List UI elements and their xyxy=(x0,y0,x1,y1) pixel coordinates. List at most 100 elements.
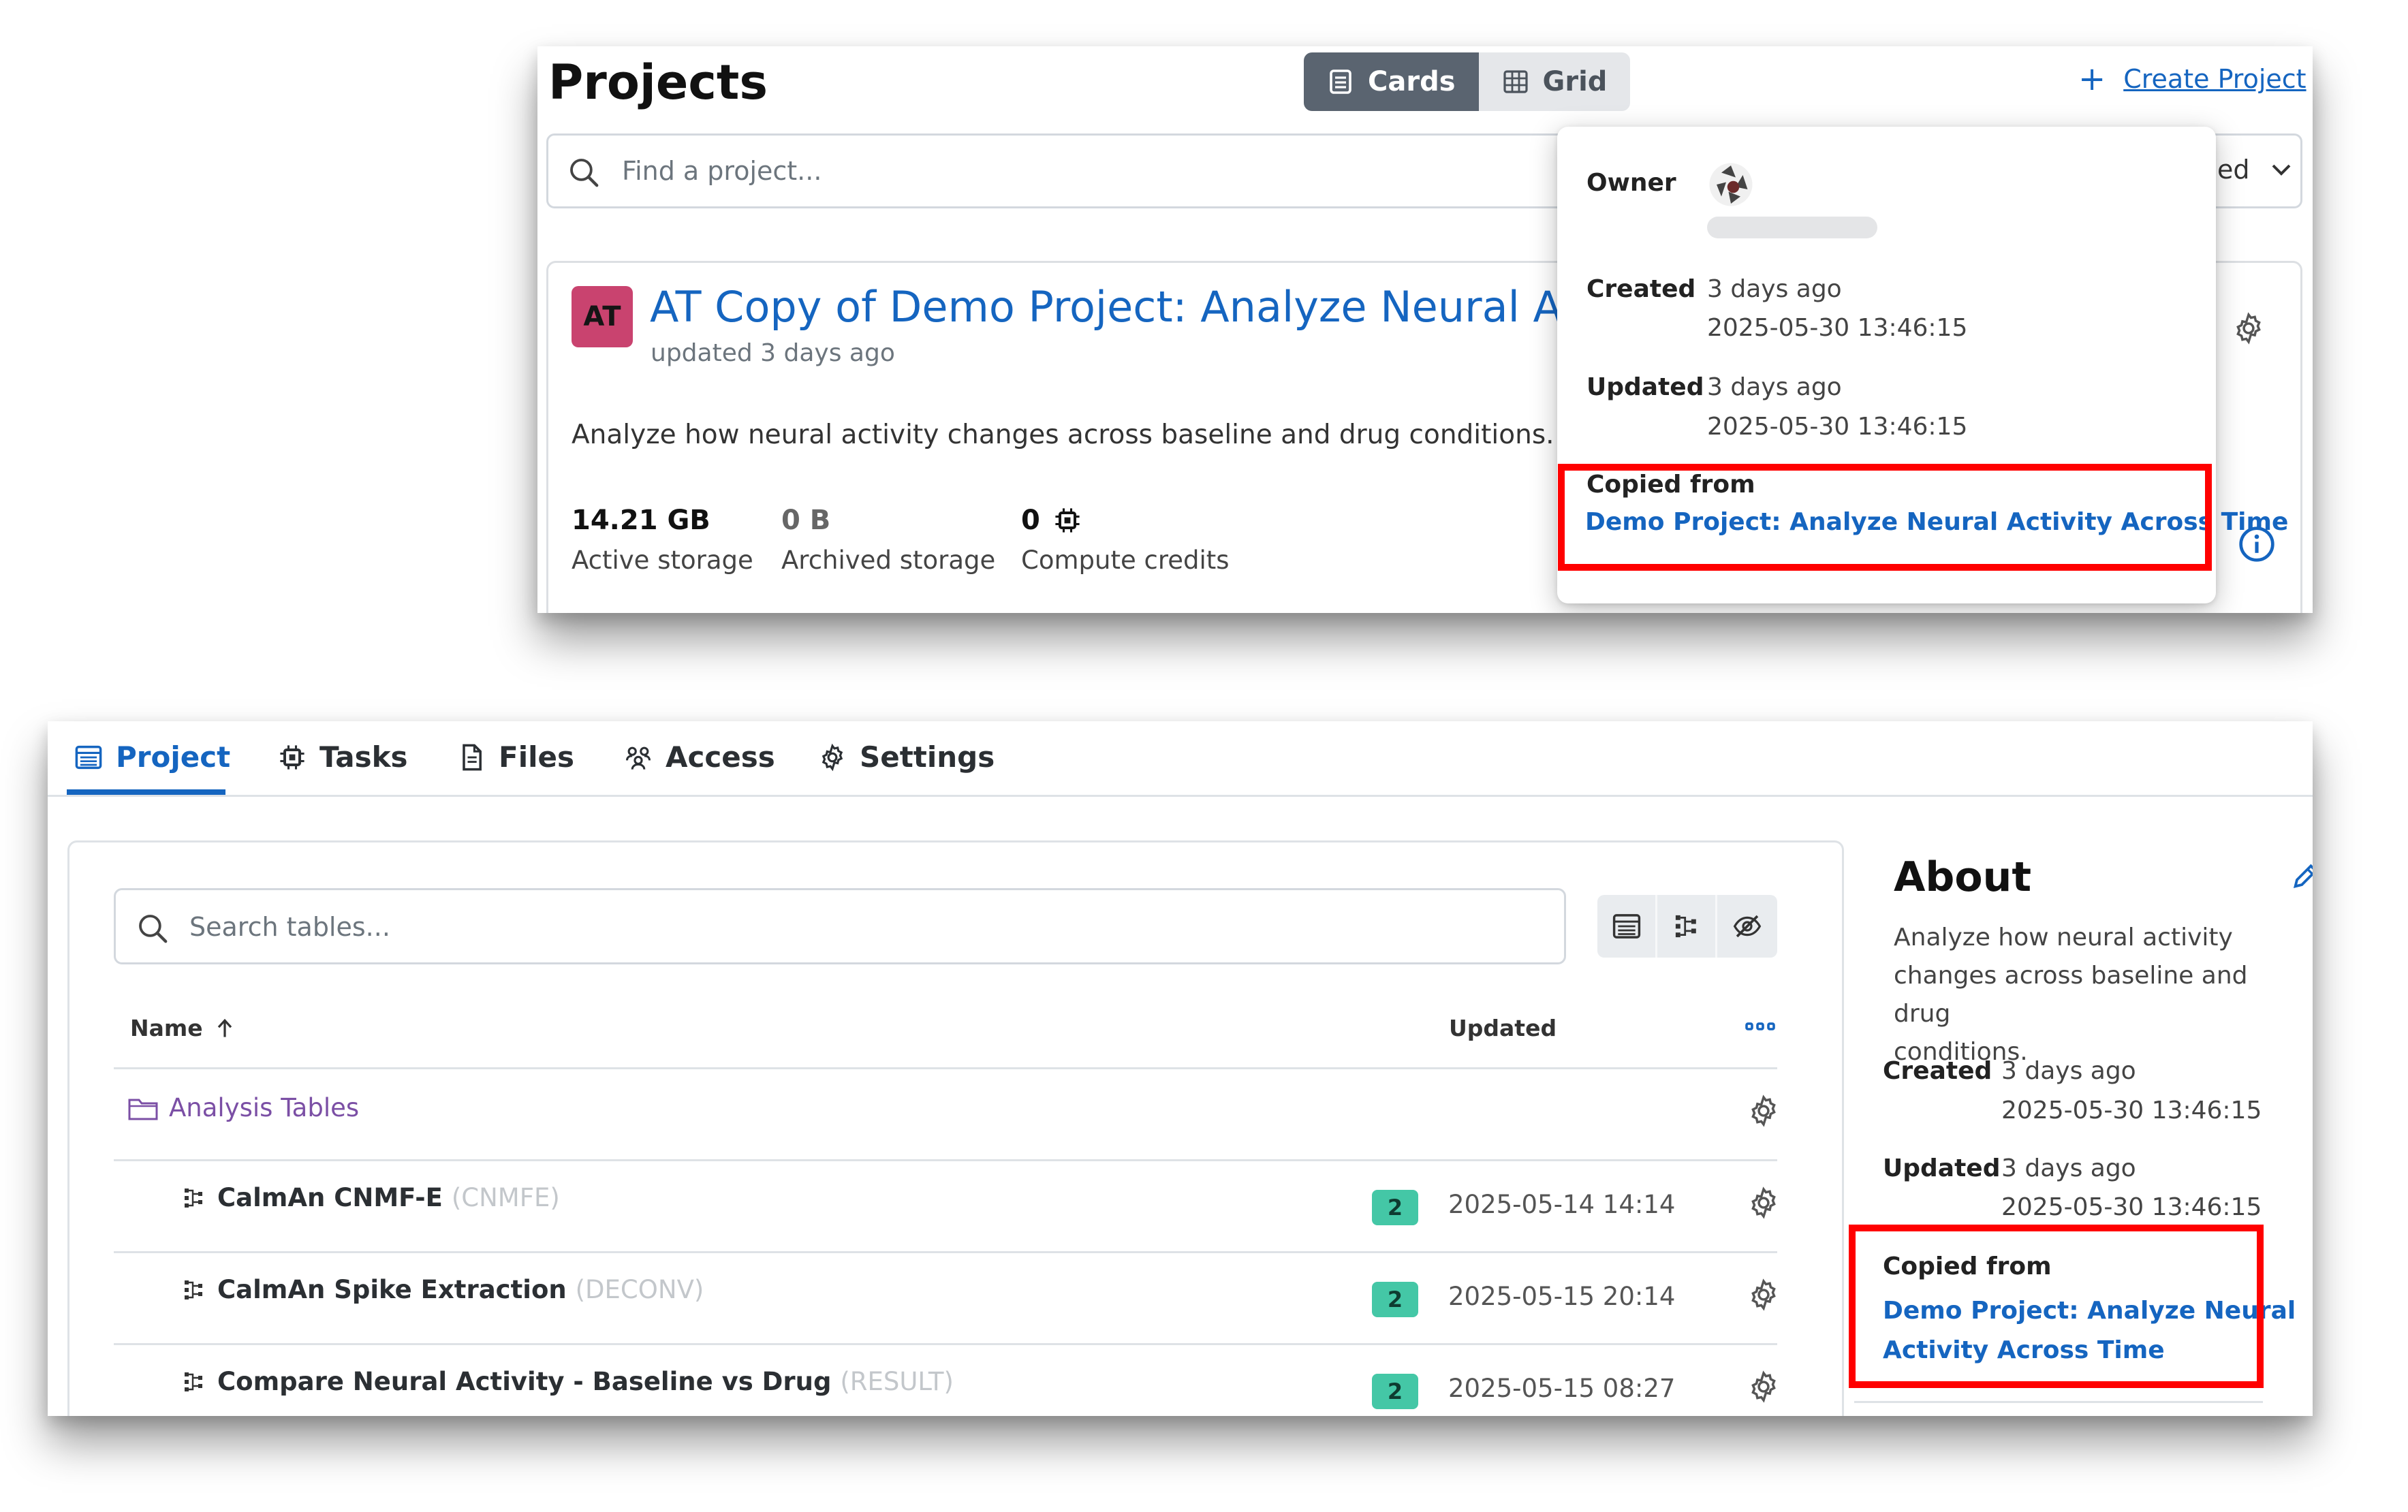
row-name: CalmAn CNMF-E xyxy=(217,1183,443,1212)
gear-icon xyxy=(822,743,843,771)
stat-value: 0 B xyxy=(781,505,831,536)
stat-label: Archived storage xyxy=(781,546,996,575)
stat-active-storage: 14.21 GB Active storage xyxy=(572,505,753,575)
stat-compute-credits: 0 Compute credits xyxy=(1021,505,1230,575)
row-updated: 2025-05-15 20:14 xyxy=(1448,1282,1676,1311)
pencil-icon[interactable] xyxy=(2289,860,2313,893)
search-placeholder: Find a project... xyxy=(622,156,822,186)
sort-asc-icon xyxy=(217,1018,232,1037)
updated-relative: 3 days ago xyxy=(1707,373,1842,401)
tree-icon xyxy=(185,1280,202,1300)
projects-panel: Projects Cards Grid + Create Project Fin… xyxy=(537,46,2313,613)
name-column-label: Name xyxy=(130,1015,203,1041)
folder-gear-icon[interactable] xyxy=(1746,1093,1781,1129)
chip-icon xyxy=(280,744,304,770)
created-label: Created xyxy=(1586,275,1696,303)
version-badge: 2 xyxy=(1372,1282,1418,1317)
highlight-box xyxy=(1849,1225,2264,1388)
row-divider xyxy=(114,1067,1777,1069)
cards-view-button[interactable]: Cards xyxy=(1304,52,1479,111)
sort-select[interactable]: ed xyxy=(2217,155,2295,185)
hide-button[interactable] xyxy=(1717,895,1777,958)
folder-row[interactable]: Analysis Tables xyxy=(127,1093,359,1122)
row-tag: (DECONV) xyxy=(575,1275,704,1304)
row-gear-icon[interactable] xyxy=(1746,1185,1781,1220)
tabs-divider xyxy=(48,795,2313,797)
tab-settings[interactable]: Settings xyxy=(817,740,995,774)
row-updated: 2025-05-14 14:14 xyxy=(1448,1190,1676,1219)
folder-name: Analysis Tables xyxy=(169,1093,360,1122)
plus-icon: + xyxy=(2078,60,2106,98)
updated-label: Updated xyxy=(1586,373,1704,401)
cards-label: Cards xyxy=(1368,66,1456,97)
about-updated-timestamp: 2025-05-30 13:46:15 xyxy=(2001,1193,2262,1221)
table-row[interactable]: CalmAn Spike Extraction (DECONV) xyxy=(181,1275,704,1304)
row-divider xyxy=(114,1251,1777,1253)
row-gear-icon[interactable] xyxy=(1746,1277,1781,1312)
about-created-timestamp: 2025-05-30 13:46:15 xyxy=(2001,1097,2262,1124)
row-updated: 2025-05-15 08:27 xyxy=(1448,1374,1676,1403)
table-search-placeholder: Search tables... xyxy=(189,912,390,942)
tab-access[interactable]: Access xyxy=(623,740,775,774)
file-icon xyxy=(463,744,482,770)
stat-label: Compute credits xyxy=(1021,546,1230,575)
project-description: Analyze how neural activity changes acro… xyxy=(572,420,1554,450)
row-tag: (RESULT) xyxy=(840,1367,954,1396)
stat-value: 0 xyxy=(1021,505,1040,536)
tab-label: Tasks xyxy=(319,740,408,774)
search-icon xyxy=(570,159,599,187)
row-gear-icon[interactable] xyxy=(1746,1369,1781,1404)
tables-card: Search tables... Name Updated Analysis T… xyxy=(67,840,1844,1416)
folder-icon xyxy=(128,1099,158,1120)
cards-icon xyxy=(1330,69,1351,94)
table-row[interactable]: CalmAn CNMF-E (CNMFE) xyxy=(181,1183,560,1212)
table-view-toggle xyxy=(1597,895,1777,958)
project-avatar: AT xyxy=(572,286,633,347)
about-updated-relative: 3 days ago xyxy=(2001,1154,2136,1182)
project-detail-panel: Project Tasks Files Access Settings Sear… xyxy=(48,721,2313,1416)
tab-label: Files xyxy=(499,740,574,774)
more-options-icon[interactable] xyxy=(1744,1014,1777,1039)
about-divider xyxy=(1854,1401,2263,1403)
tab-label: Access xyxy=(666,740,775,774)
version-badge: 2 xyxy=(1372,1374,1418,1409)
table-icon xyxy=(1612,914,1640,939)
highlight-box xyxy=(1558,464,2212,571)
table-view-button[interactable] xyxy=(1597,895,1657,958)
grid-view-button[interactable]: Grid xyxy=(1478,52,1631,111)
page-title: Projects xyxy=(548,54,768,110)
about-created-relative: 3 days ago xyxy=(2001,1057,2136,1085)
view-toggle: Cards Grid xyxy=(1304,52,1631,111)
created-timestamp: 2025-05-30 13:46:15 xyxy=(1707,314,1968,342)
search-icon xyxy=(139,915,168,943)
sort-select-value: ed xyxy=(2217,155,2250,185)
tab-tasks[interactable]: Tasks xyxy=(277,740,408,774)
project-title-link[interactable]: AT Copy of Demo Project: Analyze Neural … xyxy=(650,282,1584,332)
about-description-line: Analyze how neural activity xyxy=(1894,924,2233,951)
tree-icon xyxy=(185,1188,202,1208)
owner-label: Owner xyxy=(1586,169,1676,197)
row-name: CalmAn Spike Extraction xyxy=(217,1275,567,1304)
owner-avatar xyxy=(1709,163,1753,206)
row-tag: (CNMFE) xyxy=(451,1183,560,1212)
table-row[interactable]: Compare Neural Activity - Baseline vs Dr… xyxy=(181,1367,954,1396)
tree-view-button[interactable] xyxy=(1657,895,1717,958)
card-settings-gear-icon[interactable] xyxy=(2231,311,2266,346)
owner-name-redacted xyxy=(1707,217,1877,238)
about-description: Analyze how neural activity changes acro… xyxy=(1894,919,2275,1071)
project-updated: updated 3 days ago xyxy=(651,339,895,367)
tab-project[interactable]: Project xyxy=(74,740,230,774)
created-relative: 3 days ago xyxy=(1707,275,1842,303)
chip-icon xyxy=(1055,508,1080,533)
about-title: About xyxy=(1894,853,2032,901)
name-column-header[interactable]: Name xyxy=(130,1015,237,1041)
tab-files[interactable]: Files xyxy=(456,740,574,774)
tree-icon xyxy=(1675,915,1696,938)
create-project-link[interactable]: + Create Project xyxy=(2078,60,2307,98)
about-panel: About Analyze how neural activity change… xyxy=(1894,853,2313,1071)
table-search-input[interactable]: Search tables... xyxy=(114,888,1566,964)
eye-slash-icon xyxy=(1733,915,1762,938)
updated-column-header[interactable]: Updated xyxy=(1449,1015,1557,1041)
grid-label: Grid xyxy=(1542,66,1608,97)
chevron-down-icon xyxy=(2272,164,2290,176)
